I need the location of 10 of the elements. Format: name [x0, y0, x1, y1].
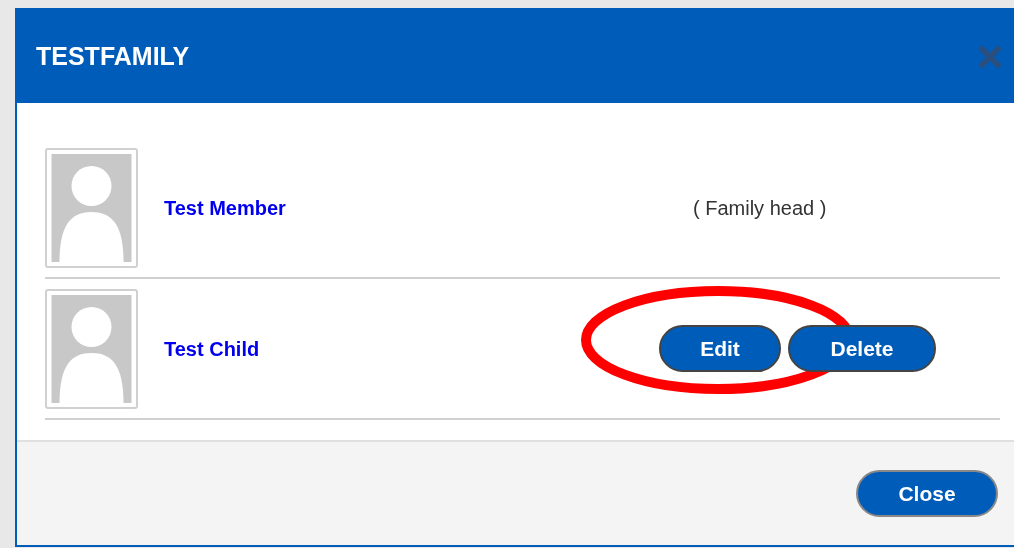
person-silhouette-icon: [51, 294, 132, 403]
close-icon[interactable]: [977, 43, 1003, 70]
family-head-label: ( Family head ): [693, 195, 827, 221]
close-button[interactable]: Close: [856, 470, 998, 517]
person-silhouette-icon: [51, 153, 132, 262]
delete-button[interactable]: Delete: [788, 325, 936, 372]
member-name-link[interactable]: Test Child: [164, 333, 464, 364]
member-name-link[interactable]: Test Member: [164, 192, 464, 223]
dialog-title: TESTFAMILY: [36, 40, 190, 72]
edit-button[interactable]: Edit: [659, 325, 781, 372]
